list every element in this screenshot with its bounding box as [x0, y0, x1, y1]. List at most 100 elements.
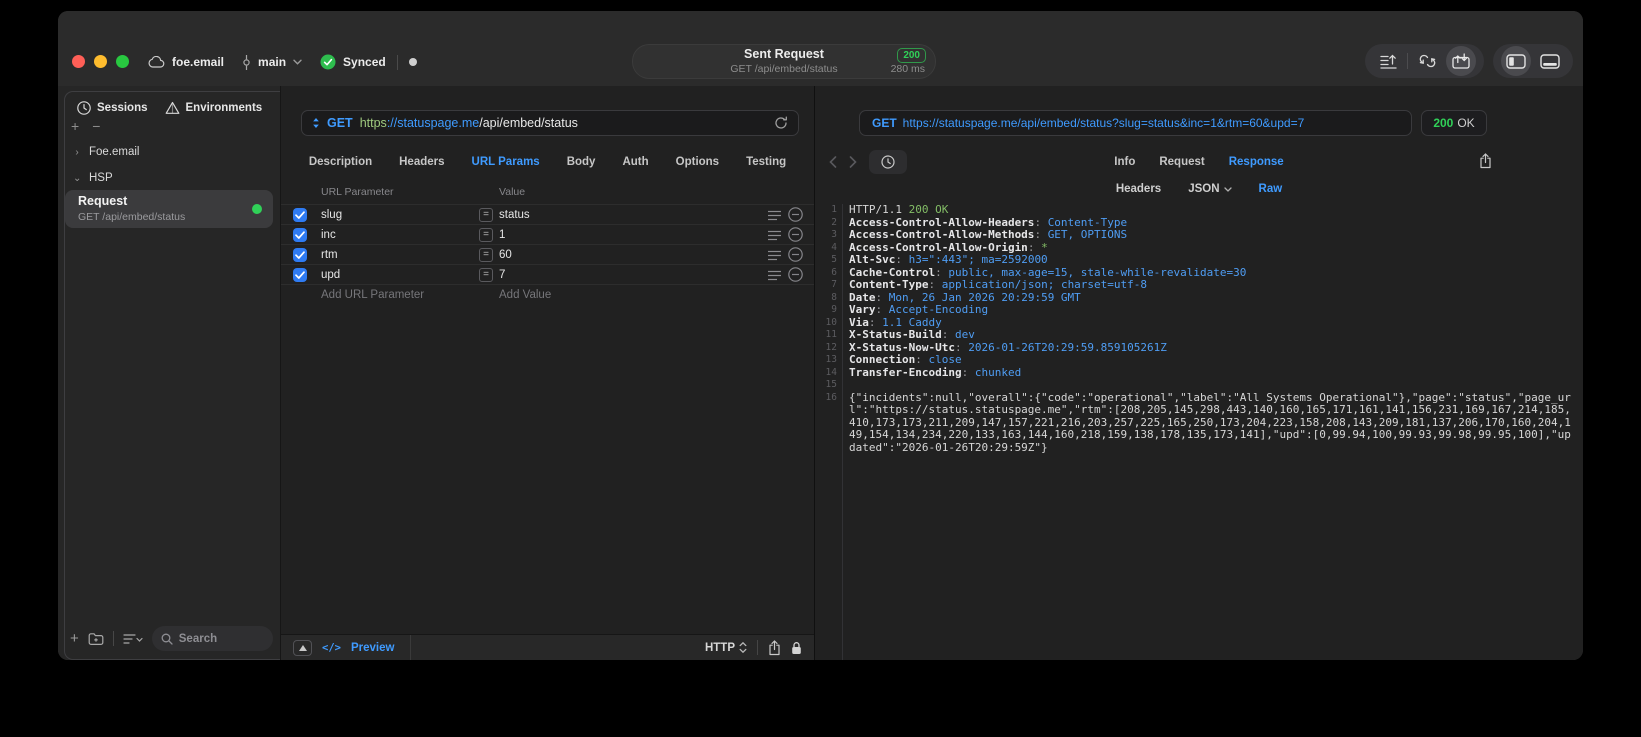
response-subtab-headers[interactable]: Headers	[1116, 183, 1161, 195]
param-name[interactable]: inc	[321, 225, 336, 245]
line-number: 5	[821, 254, 843, 267]
close-button[interactable]	[72, 55, 85, 68]
request-tab-options[interactable]: Options	[676, 156, 719, 168]
sidebar: Sessions Environments + − › Foe.email ⌄	[58, 86, 280, 660]
divider	[112, 631, 114, 646]
toolbar-group-panels	[1493, 44, 1573, 78]
param-name[interactable]: upd	[321, 265, 340, 285]
lock-icon[interactable]	[791, 641, 802, 655]
param-value[interactable]: 60	[499, 245, 512, 265]
remove-row-icon[interactable]	[788, 267, 803, 282]
response-tab-info[interactable]: Info	[1114, 156, 1135, 168]
add-value-field[interactable]: Add Value	[499, 285, 551, 305]
response-tab-request[interactable]: Request	[1159, 156, 1204, 168]
line-number: 7	[821, 279, 843, 292]
request-url-bar[interactable]: GET https://statuspage.me/api/embed/stat…	[301, 110, 799, 136]
param-checkbox[interactable]	[293, 208, 307, 222]
request-tab-body[interactable]: Body	[567, 156, 596, 168]
param-row: rtm = 60	[281, 244, 814, 264]
branch-name[interactable]: main	[258, 55, 286, 69]
method-selector-icon[interactable]	[312, 117, 320, 129]
export-response-icon[interactable]	[1479, 153, 1492, 169]
response-url-bar[interactable]: GET https://statuspage.me/api/embed/stat…	[859, 110, 1412, 136]
search-input[interactable]: Search	[151, 626, 273, 651]
response-tab-response[interactable]: Response	[1229, 156, 1284, 168]
export-list-icon	[1379, 54, 1397, 69]
sort-filter-icon[interactable]	[123, 633, 143, 645]
tree-group-hsp[interactable]: ⌄ HSP	[73, 172, 113, 184]
export-list-button[interactable]	[1373, 46, 1403, 76]
tab-sessions[interactable]: Sessions	[77, 101, 148, 115]
response-body[interactable]: 1 HTTP/1.1 200 OK 2 Access-Control-Allow-He…	[821, 204, 1577, 660]
line-number: 14	[821, 366, 843, 379]
request-method[interactable]: GET	[327, 116, 353, 130]
response-subtab-raw[interactable]: Raw	[1259, 183, 1283, 195]
tab-environments[interactable]: Environments	[165, 101, 263, 115]
add-item-icon[interactable]: +	[70, 631, 79, 646]
new-folder-icon[interactable]	[88, 632, 104, 646]
sidebar-item-request[interactable]: Request GET /api/embed/status	[65, 190, 273, 228]
subtab-label: Headers	[1115, 183, 1162, 195]
param-name[interactable]: slug	[321, 205, 342, 225]
request-url[interactable]: https://statuspage.me/api/embed/status	[360, 116, 578, 130]
sync-loop-button[interactable]	[1412, 46, 1442, 76]
add-session-icon[interactable]: +	[71, 119, 79, 133]
clock-icon	[77, 101, 91, 115]
minimize-button[interactable]	[94, 55, 107, 68]
import-export-button[interactable]	[1446, 46, 1476, 76]
request-tab-testing[interactable]: Testing	[746, 156, 786, 168]
sync-status-label: Synced	[343, 55, 386, 69]
divider	[410, 635, 412, 660]
tree-group-foe-email[interactable]: › Foe.email	[73, 146, 140, 158]
param-row: inc = 1	[281, 224, 814, 244]
param-checkbox[interactable]	[293, 248, 307, 262]
equals-operator-icon: =	[479, 268, 493, 282]
zoom-button[interactable]	[116, 55, 129, 68]
param-checkbox[interactable]	[293, 268, 307, 282]
remove-row-icon[interactable]	[788, 207, 803, 222]
preview-button[interactable]: Preview	[351, 642, 394, 654]
workspace-name[interactable]: foe.email	[172, 55, 224, 69]
expand-panel-button[interactable]	[293, 639, 312, 656]
protocol-selector[interactable]: HTTP	[705, 642, 747, 654]
request-tab-description[interactable]: Description	[309, 156, 372, 168]
param-value[interactable]: 7	[499, 265, 505, 285]
sync-check-icon	[320, 54, 336, 70]
request-status-dot	[252, 204, 262, 214]
response-nav-bar: Info Request Response	[815, 150, 1583, 174]
chevron-right-icon: ›	[75, 146, 79, 158]
request-tab-url-params[interactable]: URL Params	[472, 156, 540, 168]
tree-group-label: Foe.email	[89, 146, 140, 158]
remove-session-icon[interactable]: −	[92, 119, 100, 133]
line-number: 10	[821, 316, 843, 329]
text-lines-icon[interactable]	[768, 250, 781, 261]
request-item-detail: GET /api/embed/status	[78, 211, 186, 223]
sent-request-pill[interactable]: Sent Request GET /api/embed/status 200 2…	[632, 44, 936, 79]
url-segment: ://statuspage.me	[386, 116, 480, 130]
param-value[interactable]: status	[499, 205, 530, 225]
text-lines-icon[interactable]	[768, 230, 781, 241]
param-checkbox[interactable]	[293, 228, 307, 242]
param-name[interactable]: rtm	[321, 245, 338, 265]
response-subtab-json[interactable]: JSON	[1188, 183, 1232, 195]
text-lines-icon[interactable]	[768, 210, 781, 221]
gutter-filler	[821, 454, 1577, 660]
line-number: 6	[821, 266, 843, 279]
line-number: 13	[821, 354, 843, 367]
toggle-sidebar-button[interactable]	[1501, 46, 1531, 76]
response-url: https://statuspage.me/api/embed/status?s…	[902, 116, 1305, 130]
text-lines-icon[interactable]	[768, 270, 781, 281]
remove-row-icon[interactable]	[788, 227, 803, 242]
remove-row-icon[interactable]	[788, 247, 803, 262]
request-tab-headers[interactable]: Headers	[399, 156, 444, 168]
titlebar: foe.email main Synced Sent Request GET /…	[58, 11, 1583, 86]
refresh-icon[interactable]	[774, 116, 788, 130]
chevron-down-icon[interactable]	[293, 59, 302, 65]
request-tab-auth[interactable]: Auth	[622, 156, 648, 168]
toggle-bottom-panel-button[interactable]	[1535, 46, 1565, 76]
request-panel: GET https://statuspage.me/api/embed/stat…	[280, 86, 815, 660]
share-icon[interactable]	[768, 639, 781, 656]
add-parameter-field[interactable]: Add URL Parameter	[321, 285, 424, 305]
param-value[interactable]: 1	[499, 225, 505, 245]
tab-environments-label: Environments	[185, 102, 263, 114]
